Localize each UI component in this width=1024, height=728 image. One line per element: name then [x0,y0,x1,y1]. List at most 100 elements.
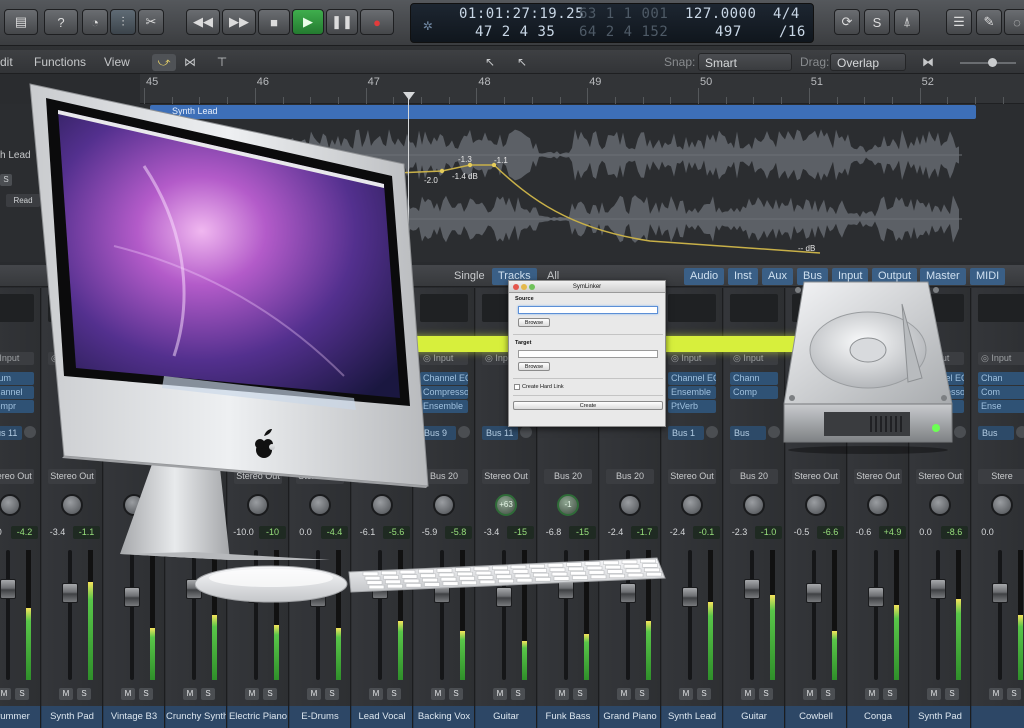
track-name[interactable]: Grand Piano [600,706,660,728]
solo-button[interactable]: S [945,688,959,700]
snap-dropdown[interactable]: Smart [698,53,792,71]
input-slot[interactable]: ◎ Input [668,352,716,365]
mixer-filter-midi[interactable]: MIDI [970,268,1006,285]
track-name[interactable]: Crunchy Synth [166,706,226,728]
send-slot[interactable]: Bus [978,426,1014,440]
send-slot[interactable]: Bus [730,426,766,440]
pan-knob[interactable] [0,494,21,516]
track-name[interactable]: Drummer [0,706,40,728]
pointer-tool-icon[interactable]: ↖ [478,54,502,71]
pan-knob[interactable] [991,494,1013,516]
pan-knob[interactable] [433,494,455,516]
peak-value[interactable]: +4.9 [879,526,906,539]
solo-button[interactable]: S [77,688,91,700]
volume-value[interactable]: 0.0 [912,526,939,539]
stop-icon[interactable]: ■ [258,9,290,35]
send-level-knob[interactable] [1016,426,1024,438]
lcd-display[interactable]: ✲ 01:01:27:19.25 47 2 4 35 63 1 1 001 64… [410,3,814,43]
library-icon[interactable]: ▤ [4,9,38,35]
send-slot[interactable]: Bus 1 [668,426,704,440]
mute-button[interactable]: M [679,688,693,700]
solo-icon[interactable]: S [864,9,890,35]
mute-button[interactable]: M [183,688,197,700]
record-icon[interactable]: ● [360,9,394,35]
peak-value[interactable]: -1.7 [631,526,658,539]
solo-button[interactable]: S [263,688,277,700]
peak-value[interactable]: -6.6 [817,526,844,539]
mute-button[interactable]: M [121,688,135,700]
plugin-slot[interactable]: Ensemble [668,386,716,399]
send-level-knob[interactable] [706,426,718,438]
volume-fader[interactable] [992,583,1008,603]
volume-value[interactable]: -2.4 [664,526,691,539]
send-slot[interactable]: Bus 11 [0,426,22,440]
track-name[interactable]: Cowbell [786,706,846,728]
minimize-icon[interactable] [521,284,527,290]
output-slot[interactable]: Stereo Out [668,469,716,484]
drag-dropdown[interactable]: Overlap [830,53,906,71]
output-slot[interactable]: Bus 20 [606,469,654,484]
help-icon[interactable]: ? [44,9,78,35]
create-button[interactable]: Create [513,401,663,410]
volume-fader[interactable] [868,587,884,607]
mute-button[interactable]: M [741,688,755,700]
mixer-icon[interactable]: ⫶ [110,9,136,35]
solo-button[interactable]: S [201,688,215,700]
volume-fader[interactable] [0,579,16,599]
mixer-view-single[interactable]: Single [448,268,491,285]
track-name[interactable]: Guitar [724,706,784,728]
play-icon[interactable]: ▶ [292,9,324,35]
list-editors-icon[interactable]: ☰ [946,9,972,35]
track-solo-button[interactable]: S [0,174,12,186]
eq-thumbnail[interactable] [668,294,716,322]
output-slot[interactable]: Stereo Out [854,469,902,484]
track-name[interactable]: Lead Vocal [352,706,412,728]
track-name[interactable] [972,706,1024,728]
smart-controls-icon[interactable]: ◔ [82,9,108,35]
solo-button[interactable]: S [449,688,463,700]
solo-button[interactable]: S [511,688,525,700]
eq-thumbnail[interactable] [730,294,778,322]
plugin-slot[interactable]: PtVerb [668,400,716,413]
track-name[interactable]: Backing Vox [414,706,474,728]
solo-button[interactable]: S [139,688,153,700]
volume-value[interactable]: -6.8 [540,526,567,539]
track-name[interactable]: Synth Pad [910,706,970,728]
view-menu[interactable]: View [104,54,130,71]
pan-knob[interactable] [805,494,827,516]
editors-icon[interactable]: ✂ [138,9,164,35]
solo-button[interactable]: S [759,688,773,700]
mute-button[interactable]: M [493,688,507,700]
track-name[interactable]: Electric Piano [228,706,288,728]
output-slot[interactable]: Bus 20 [730,469,778,484]
plugin-slot[interactable]: Chan [978,372,1024,385]
send-level-knob[interactable] [458,426,470,438]
mute-button[interactable]: M [865,688,879,700]
volume-value[interactable]: -0.6 [850,526,877,539]
volume-fader[interactable] [806,583,822,603]
pan-knob[interactable] [619,494,641,516]
edit-menu[interactable]: dit [0,54,13,71]
track-name[interactable]: Synth Lead [662,706,722,728]
mute-button[interactable]: M [307,688,321,700]
mixer-filter-audio[interactable]: Audio [684,268,725,285]
secondary-tool-icon[interactable]: ↖ [510,54,534,71]
volume-fader[interactable] [744,579,760,599]
pan-knob[interactable] [867,494,889,516]
volume-fader[interactable] [124,587,140,607]
mixer-filter-inst[interactable]: Inst [728,268,758,285]
track-name[interactable]: Vintage B3 [104,706,164,728]
peak-value[interactable]: -15 [507,526,534,539]
symlinker-titlebar[interactable]: SymLinker [509,281,665,293]
peak-value[interactable]: -1.0 [755,526,782,539]
volume-value[interactable]: -2.3 [726,526,753,539]
zoom-slider[interactable] [952,54,1022,71]
mute-button[interactable]: M [245,688,259,700]
pause-icon[interactable]: ❚❚ [326,9,358,35]
mute-button[interactable]: M [555,688,569,700]
mute-button[interactable]: M [927,688,941,700]
target-field[interactable] [518,350,658,358]
solo-button[interactable]: S [821,688,835,700]
mute-button[interactable]: M [617,688,631,700]
notepad-icon[interactable]: ✎ [976,9,1002,35]
